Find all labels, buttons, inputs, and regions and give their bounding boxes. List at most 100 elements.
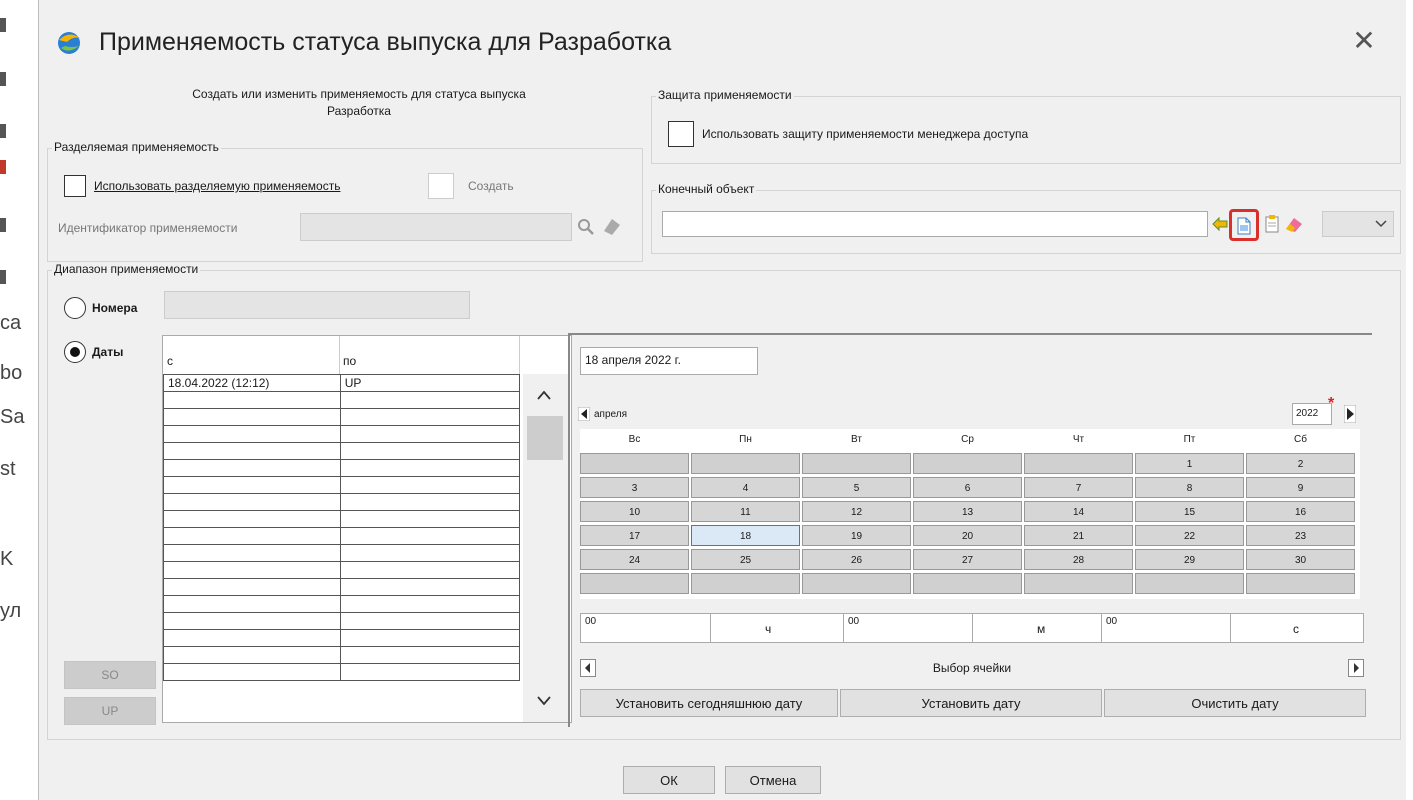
calendar-day[interactable]: 16 xyxy=(1246,501,1355,522)
cell-to[interactable] xyxy=(339,442,521,460)
calendar-day[interactable]: 30 xyxy=(1246,549,1355,570)
calendar-day[interactable]: 9 xyxy=(1246,477,1355,498)
cell-to[interactable] xyxy=(339,510,521,528)
year-input[interactable]: 2022 xyxy=(1292,403,1332,425)
cell-from[interactable] xyxy=(163,663,341,681)
so-button[interactable]: SO xyxy=(64,661,156,689)
calendar-day[interactable]: 24 xyxy=(580,549,689,570)
cell-from[interactable] xyxy=(163,391,341,409)
calendar-day[interactable]: 5 xyxy=(802,477,911,498)
calendar-day[interactable]: 23 xyxy=(1246,525,1355,546)
eraser-icon[interactable] xyxy=(600,215,622,237)
calendar-day[interactable]: 22 xyxy=(1135,525,1244,546)
calendar-day[interactable]: 4 xyxy=(691,477,800,498)
cell-from[interactable] xyxy=(163,408,341,426)
target-object-input[interactable] xyxy=(662,211,1208,237)
table-row[interactable] xyxy=(163,629,521,647)
calendar-day[interactable]: 12 xyxy=(802,501,911,522)
cell-to[interactable] xyxy=(339,408,521,426)
date-display[interactable]: 18 апреля 2022 г. xyxy=(580,347,758,375)
paste-icon[interactable] xyxy=(1264,215,1280,233)
up-button[interactable]: UP xyxy=(64,697,156,725)
cell-from[interactable] xyxy=(163,442,341,460)
calendar-day[interactable]: 1 xyxy=(1135,453,1244,474)
table-row[interactable] xyxy=(163,527,521,545)
dates-radio[interactable] xyxy=(64,341,86,363)
clear-icon[interactable] xyxy=(1284,215,1304,233)
cell-to[interactable] xyxy=(339,578,521,596)
use-shared-checkbox[interactable] xyxy=(64,175,86,197)
calendar-day[interactable]: 26 xyxy=(802,549,911,570)
cell-from[interactable] xyxy=(163,646,341,664)
prev-month-icon[interactable] xyxy=(578,407,590,421)
cell-to[interactable] xyxy=(339,663,521,681)
calendar-day[interactable]: 15 xyxy=(1135,501,1244,522)
cell-to[interactable]: UP xyxy=(339,374,521,392)
cell-to[interactable] xyxy=(339,612,521,630)
table-row[interactable]: 18.04.2022 (12:12) UP xyxy=(163,374,521,392)
table-row[interactable] xyxy=(163,646,521,664)
calendar-day[interactable]: 11 xyxy=(691,501,800,522)
cell-to[interactable] xyxy=(339,391,521,409)
cell-to[interactable] xyxy=(339,629,521,647)
table-scrollbar[interactable] xyxy=(523,374,569,722)
calendar-day[interactable]: 7 xyxy=(1024,477,1133,498)
calendar-day[interactable]: 13 xyxy=(913,501,1022,522)
close-icon[interactable]: ✕ xyxy=(1349,26,1379,56)
calendar-day[interactable]: 6 xyxy=(913,477,1022,498)
ok-button[interactable]: ОК xyxy=(623,766,715,794)
cell-to[interactable] xyxy=(339,595,521,613)
set-date-button[interactable]: Установить дату xyxy=(840,689,1102,717)
cell-to[interactable] xyxy=(339,425,521,443)
cell-to[interactable] xyxy=(339,544,521,562)
create-checkbox[interactable] xyxy=(428,173,454,199)
table-row[interactable] xyxy=(163,442,521,460)
cell-to[interactable] xyxy=(339,561,521,579)
cell-selector-scrollbar[interactable]: Выбор ячейки xyxy=(580,655,1364,681)
scroll-up-icon[interactable] xyxy=(537,390,551,400)
cell-to[interactable] xyxy=(339,646,521,664)
calendar-day[interactable]: 14 xyxy=(1024,501,1133,522)
table-row[interactable] xyxy=(163,595,521,613)
seconds-input[interactable]: 00 xyxy=(1101,614,1231,642)
table-row[interactable] xyxy=(163,493,521,511)
clear-date-button[interactable]: Очистить дату xyxy=(1104,689,1366,717)
use-shared-label[interactable]: Использовать разделяемую применяемость xyxy=(94,179,340,193)
scroll-thumb[interactable] xyxy=(527,416,563,460)
set-today-button[interactable]: Установить сегодняшнюю дату xyxy=(580,689,838,717)
table-row[interactable] xyxy=(163,510,521,528)
cell-to[interactable] xyxy=(339,527,521,545)
cell-from[interactable] xyxy=(163,595,341,613)
numbers-input[interactable] xyxy=(164,291,470,319)
table-row[interactable] xyxy=(163,408,521,426)
scroll-right-icon[interactable] xyxy=(1348,659,1364,677)
use-protection-label[interactable]: Использовать защиту применяемости менедж… xyxy=(702,127,1028,141)
calendar-day[interactable]: 25 xyxy=(691,549,800,570)
calendar-day[interactable]: 2 xyxy=(1246,453,1355,474)
cell-from[interactable] xyxy=(163,510,341,528)
cell-from[interactable] xyxy=(163,425,341,443)
cell-to[interactable] xyxy=(339,476,521,494)
table-row[interactable] xyxy=(163,391,521,409)
calendar-day[interactable]: 27 xyxy=(913,549,1022,570)
calendar-day[interactable]: 17 xyxy=(580,525,689,546)
table-row[interactable] xyxy=(163,544,521,562)
cell-to[interactable] xyxy=(339,493,521,511)
cell-from[interactable] xyxy=(163,544,341,562)
table-row[interactable] xyxy=(163,425,521,443)
next-year-icon[interactable] xyxy=(1344,405,1356,423)
calendar-day[interactable]: 21 xyxy=(1024,525,1133,546)
cell-from[interactable] xyxy=(163,578,341,596)
scroll-down-icon[interactable] xyxy=(537,696,551,706)
search-icon[interactable] xyxy=(576,217,596,237)
cancel-button[interactable]: Отмена xyxy=(725,766,821,794)
table-row[interactable] xyxy=(163,476,521,494)
calendar-day[interactable]: 8 xyxy=(1135,477,1244,498)
calendar-day[interactable]: 18 xyxy=(691,525,800,546)
table-row[interactable] xyxy=(163,459,521,477)
table-row[interactable] xyxy=(163,561,521,579)
calendar-day[interactable]: 19 xyxy=(802,525,911,546)
calendar-day[interactable]: 3 xyxy=(580,477,689,498)
table-row[interactable] xyxy=(163,578,521,596)
cell-from[interactable]: 18.04.2022 (12:12) xyxy=(163,374,341,392)
